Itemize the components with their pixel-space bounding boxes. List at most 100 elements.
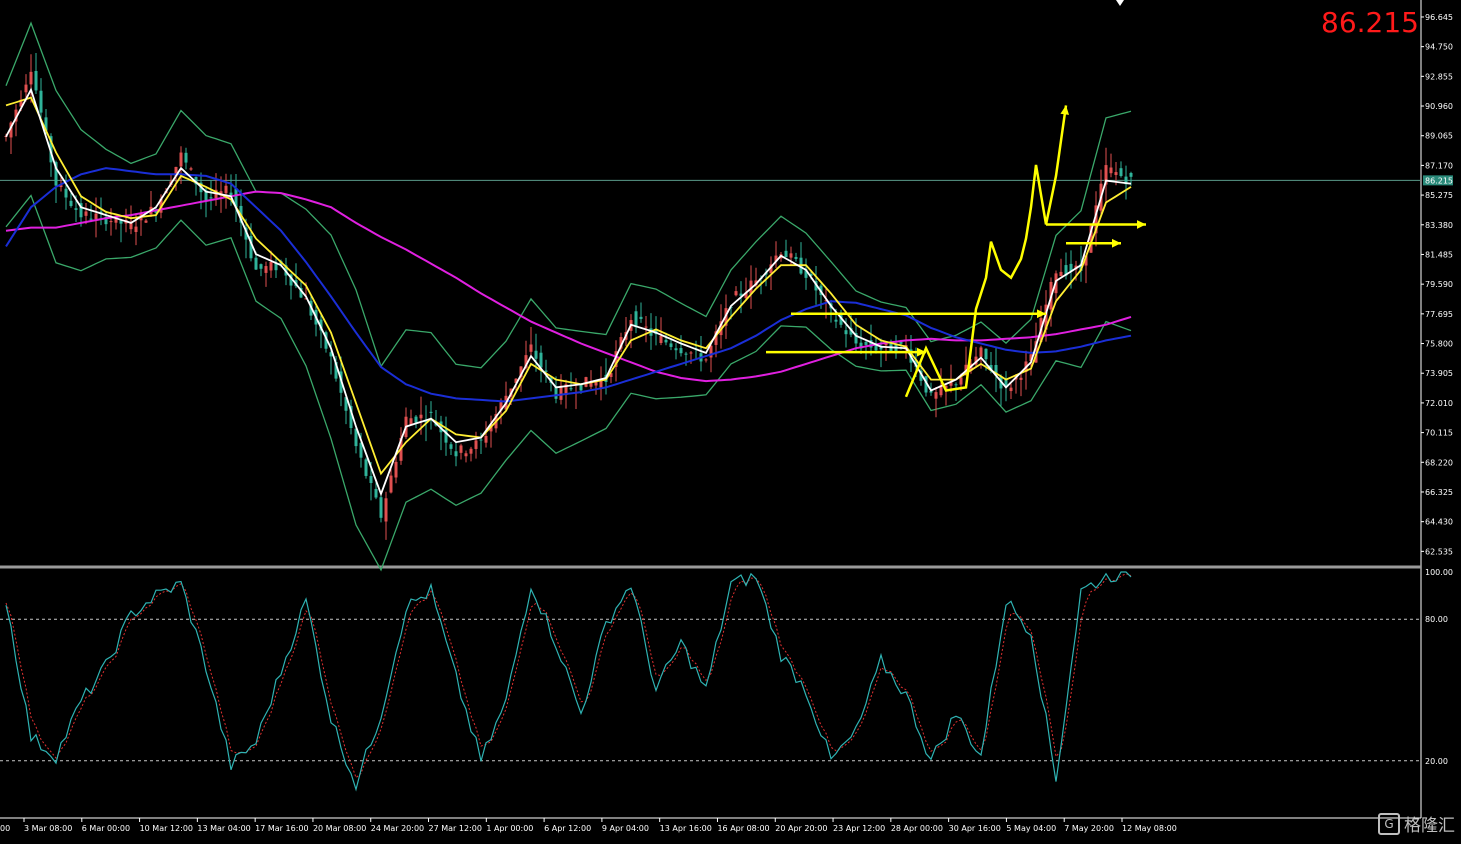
candle-body [1109,167,1113,174]
candle-body [184,152,188,163]
candle-body [34,70,38,91]
candle-body [459,445,463,453]
price-tick-label: 62.535 [1425,547,1453,556]
time-tick-label: 7 May 20:00 [1064,824,1114,833]
candle-body [429,411,433,413]
candle-body [474,440,478,449]
chart-shift-marker-icon [1116,0,1124,6]
bollinger-upper-line [5,21,1132,369]
candle-body [844,330,848,335]
candle-body [134,226,138,232]
candle-body [664,339,668,343]
candle-body [374,488,378,498]
time-tick-label: 13 Apr 16:00 [660,824,712,833]
candle-body [1019,377,1023,380]
candle-body [534,350,538,359]
candle-body [269,261,273,271]
moving-averages [5,87,1132,497]
price-tick-label: 64.430 [1425,518,1453,527]
candle-body [224,185,228,194]
candle-body [389,475,393,493]
candles [4,53,1133,540]
time-tick-label: 16 Apr 08:00 [717,824,769,833]
candle-body [89,218,93,220]
current-price-label: 86.215 [1321,6,1419,39]
arrow-head [1111,238,1121,248]
candle-body [834,319,838,322]
candle-body [1129,173,1133,177]
price-tick-label: 96.645 [1425,13,1453,22]
time-tick-label: 1 Apr 00:00 [486,824,533,833]
time-tick-label: 20 Apr 20:00 [775,824,827,833]
time-tick-label: 23 Apr 12:00 [833,824,885,833]
bollinger-bands [5,21,1132,572]
time-tick-label: 9 Apr 04:00 [602,824,649,833]
candle-body [979,347,983,357]
stoch-tick-label: 100.00 [1425,568,1453,577]
candle-body [264,266,268,273]
candle-body [789,253,793,258]
candle-body [29,71,33,85]
price-tick-label: 75.800 [1425,340,1453,349]
axes: 96.645 94.750 92.855 90.960 89.065 87.170 85.2… [0,0,1453,833]
candle-body [109,221,113,223]
candle-body [369,476,373,483]
candle-body [539,352,543,368]
candle-body [684,353,688,355]
time-tick-label: 3 Mar 08:00 [24,824,72,833]
candle-body [69,200,73,206]
candle-body [559,385,563,400]
price-tick-label: 90.960 [1425,102,1453,111]
price-tick-label: 77.695 [1425,310,1453,319]
watermark-text: 格隆汇 [1404,816,1455,836]
candle-body [74,208,78,210]
candle-body [634,311,638,328]
price-tick-label: 85.275 [1425,191,1453,200]
candle-body [954,384,958,386]
candle-body [644,326,648,328]
candle-body [879,347,883,350]
time-tick-label-edge: 00 [0,824,10,833]
candle-body [1009,387,1013,392]
price-tick-label: 73.905 [1425,369,1453,378]
candle-body [639,316,643,319]
candle-body [689,352,693,354]
ma-blue-line [5,167,1132,403]
candle-body [569,388,573,390]
candle-body [254,257,258,270]
time-tick-label: 24 Mar 20:00 [371,824,424,833]
time-tick-label: 5 May 04:00 [1006,824,1056,833]
arrow-head [1136,220,1146,229]
price-tick-label: 70.115 [1425,429,1453,438]
price-tick-label: 94.750 [1425,43,1453,52]
time-tick-label: 12 May 08:00 [1122,824,1177,833]
candle-body [669,343,673,347]
candle-body [529,344,533,352]
candle-body [179,152,183,167]
price-tick-label: 81.485 [1425,250,1453,259]
candle-body [864,341,868,345]
candle-body [734,291,738,296]
time-tick-label: 10 Mar 12:00 [140,824,193,833]
candle-body [479,439,483,441]
candle-body [414,416,418,423]
candle-body [24,84,28,93]
candle-body [484,435,488,443]
candle-body [959,377,963,385]
time-tick-label: 6 Apr 12:00 [544,824,591,833]
candle-body [39,90,43,113]
price-tick-label: 83.380 [1425,221,1453,230]
time-tick-label: 27 Mar 12:00 [429,824,482,833]
stoch-main-line [5,571,1132,792]
ma-magenta-line [5,190,1132,383]
chart-canvas: 100.00 80.00 20.00 96.645 94.750 92.855 90.96… [0,0,1453,833]
ma-yellow-line [5,96,1132,476]
candle-body [659,335,663,343]
candle-body [984,348,988,360]
time-tick-label: 17 Mar 16:00 [255,824,308,833]
ma-white-line [5,87,1132,497]
candle-body [1119,168,1123,177]
candle-body [1114,172,1118,176]
current-price-badge-text: 86.215 [1425,176,1453,185]
price-tick-label: 68.220 [1425,458,1453,467]
